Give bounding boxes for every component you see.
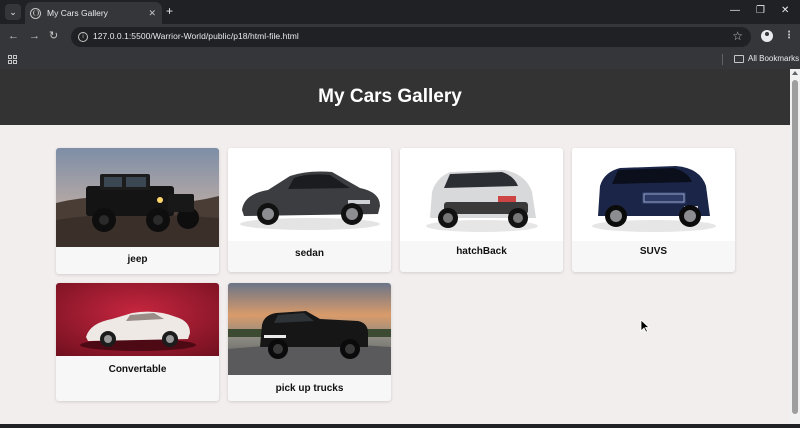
bookmarks-bar: All Bookmarks bbox=[0, 50, 800, 69]
page-viewport: My Cars Gallery jeep sedan hatchBack SUV… bbox=[0, 69, 790, 424]
browser-toolbar: ← → ↻ i 127.0.0.1:5500/Warrior-World/pub… bbox=[0, 24, 800, 50]
mouse-cursor-icon bbox=[640, 319, 650, 333]
car-card-jeep[interactable]: jeep bbox=[56, 148, 219, 274]
jeep-image bbox=[56, 148, 219, 247]
convertable-image bbox=[56, 283, 219, 356]
url-text[interactable]: 127.0.0.1:5500/Warrior-World/public/p18/… bbox=[93, 31, 299, 41]
tab-title: My Cars Gallery bbox=[47, 8, 108, 18]
card-label: pick up trucks bbox=[275, 383, 344, 394]
info-icon[interactable]: i bbox=[78, 32, 88, 42]
card-label: hatchBack bbox=[456, 246, 507, 257]
star-icon[interactable]: ☆ bbox=[732, 29, 743, 43]
car-card-pickup-trucks[interactable]: pick up trucks bbox=[228, 283, 391, 401]
kebab-menu-icon[interactable]: ⋮ bbox=[784, 30, 794, 42]
apps-grid-icon[interactable] bbox=[8, 55, 17, 64]
suvs-image bbox=[572, 148, 735, 241]
address-bar[interactable]: i 127.0.0.1:5500/Warrior-World/public/p1… bbox=[71, 27, 751, 47]
globe-icon bbox=[30, 7, 41, 19]
bookmarks-divider bbox=[722, 54, 723, 65]
car-card-hatchback[interactable]: hatchBack bbox=[400, 148, 563, 272]
window-bottom-edge bbox=[0, 424, 800, 428]
back-arrow-icon[interactable]: ← bbox=[8, 29, 19, 43]
forward-arrow-icon[interactable]: → bbox=[29, 29, 40, 43]
card-label: sedan bbox=[295, 248, 324, 259]
folder-icon[interactable] bbox=[734, 55, 744, 63]
plus-icon[interactable]: + bbox=[166, 5, 173, 17]
profile-icon[interactable] bbox=[761, 30, 773, 42]
page-scrollbar[interactable] bbox=[790, 69, 800, 424]
scroll-up-arrow-icon[interactable] bbox=[792, 71, 798, 75]
car-card-suvs[interactable]: SUVS bbox=[572, 148, 735, 272]
car-card-sedan[interactable]: sedan bbox=[228, 148, 391, 272]
card-label: jeep bbox=[127, 254, 148, 265]
restore-icon[interactable]: ❐ bbox=[756, 5, 765, 17]
browser-tab[interactable]: My Cars Gallery ✕ bbox=[25, 2, 162, 24]
window-close-icon[interactable]: ✕ bbox=[781, 5, 789, 17]
card-label: Convertable bbox=[108, 364, 167, 375]
card-label: SUVS bbox=[639, 246, 668, 257]
all-bookmarks-label[interactable]: All Bookmarks bbox=[748, 54, 799, 63]
gallery-grid: jeep sedan hatchBack SUVS Convertable pi… bbox=[0, 69, 790, 424]
pickup-trucks-image bbox=[228, 283, 391, 375]
minimize-icon[interactable]: — bbox=[730, 5, 740, 17]
car-card-convertable[interactable]: Convertable bbox=[56, 283, 219, 401]
scroll-thumb[interactable] bbox=[792, 80, 798, 414]
reload-icon[interactable]: ↻ bbox=[49, 29, 58, 43]
tab-strip: ⌄ My Cars Gallery ✕ + — ❐ ✕ bbox=[0, 0, 800, 24]
tab-search-icon[interactable]: ⌄ bbox=[5, 4, 21, 20]
close-icon[interactable]: ✕ bbox=[148, 8, 156, 19]
hatchback-image bbox=[400, 148, 563, 241]
sedan-image bbox=[228, 148, 391, 241]
